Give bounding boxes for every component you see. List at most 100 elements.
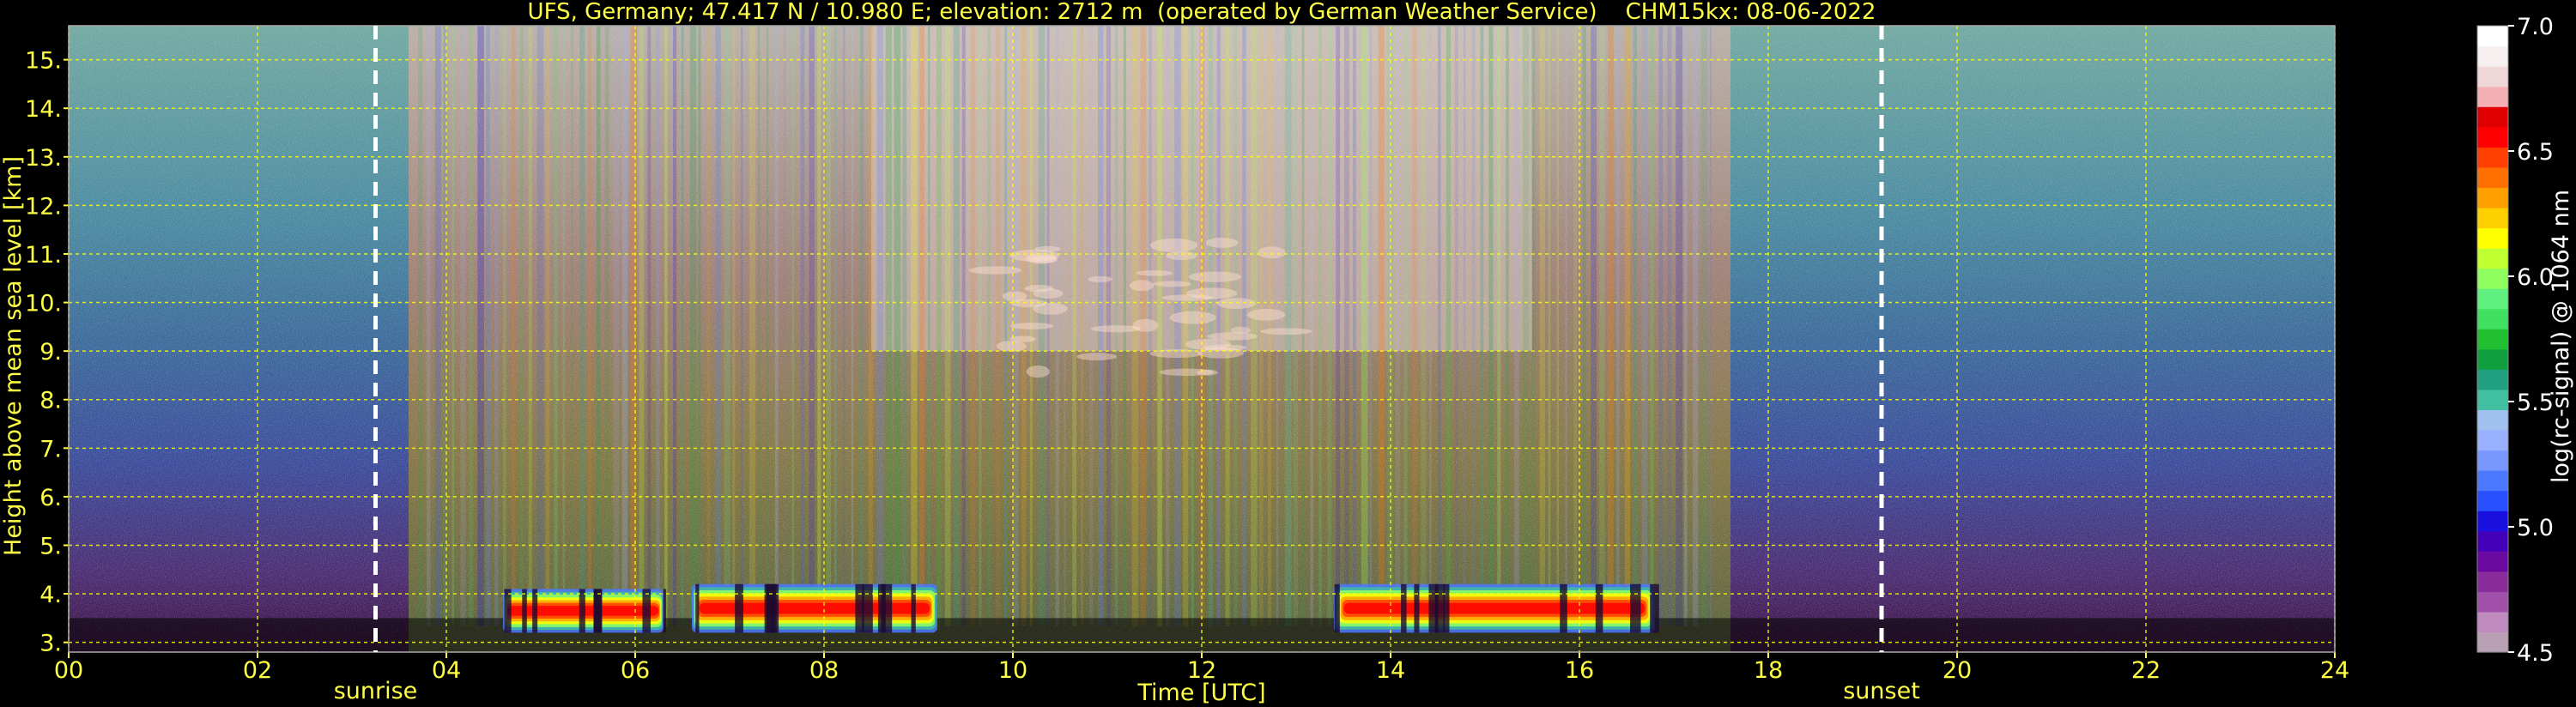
x-tick-label: 00 [54, 657, 83, 684]
colorbar-swatch [2477, 490, 2508, 511]
colorbar-swatch [2477, 348, 2508, 370]
cloud-gap [695, 583, 700, 633]
cloud-gap [1650, 583, 1659, 633]
sunrise-label: sunrise [334, 678, 418, 704]
x-tick-label: 02 [243, 657, 272, 684]
cirrus-patch [1026, 365, 1050, 378]
y-axis-label: Height above mean sea level [km] [0, 156, 27, 556]
x-tick-label: 06 [621, 657, 650, 684]
cloud-gap [735, 583, 743, 633]
y-tick-label: 12. [25, 193, 62, 220]
lidar-chart: 00 02 04 06 08 10 12 14 16 18 20 22 243.4.5.6.7.8.9.… [0, 0, 2574, 706]
cloud-gap [504, 589, 507, 633]
cloud-gap [855, 583, 864, 633]
x-tick-label: 22 [2131, 657, 2161, 684]
cirrus-patch [1230, 327, 1252, 335]
cirrus-patch [1185, 338, 1232, 350]
colorbar-swatch [2477, 26, 2508, 47]
cloud-gap [764, 583, 774, 633]
x-tick-label: 04 [432, 657, 461, 684]
x-tick-label: 16 [1565, 657, 1594, 684]
cirrus-patch [1216, 298, 1257, 310]
colorbar-swatch [2477, 631, 2508, 653]
colorbar-swatch [2477, 288, 2508, 310]
colorbar-swatch [2477, 248, 2508, 269]
cloud-gap [911, 583, 916, 633]
colorbar-swatch [2477, 66, 2508, 88]
colorbar-swatch [2477, 611, 2508, 633]
cloud-feature [1334, 583, 1659, 633]
cloud-gap [1630, 583, 1641, 633]
cloud-gap [881, 583, 893, 633]
cirrus-patch [1258, 246, 1286, 259]
colorbar-swatch [2477, 166, 2508, 188]
signal-noise [69, 26, 2335, 652]
cirrus-patch [1259, 328, 1313, 335]
x-tick-label: 14 [1376, 657, 1405, 684]
y-tick-label: 4. [39, 582, 62, 608]
colorbar-swatch [2477, 409, 2508, 431]
cirrus-patch [1166, 251, 1197, 261]
cloud-gap [1414, 583, 1420, 633]
x-tick-label: 10 [998, 657, 1027, 684]
cloud-feature [503, 589, 666, 633]
cloud-gap [642, 589, 652, 633]
colorbar-swatch [2477, 530, 2508, 552]
colorbar-swatch [2477, 369, 2508, 390]
cirrus-patch [1090, 325, 1142, 333]
colorbar-swatch [2477, 450, 2508, 471]
colorbar-swatch [2477, 268, 2508, 289]
colorbar-swatch [2477, 591, 2508, 613]
cloud-gap [1428, 583, 1439, 633]
y-tick-label: 3. [39, 631, 62, 657]
cirrus-patch [1076, 353, 1118, 361]
cirrus-patch [996, 341, 1027, 352]
cloud-gap [593, 589, 603, 633]
colorbar-swatch [2477, 429, 2508, 451]
cloud-gap [1334, 583, 1340, 633]
colorbar-tick-label: 4.5 [2517, 640, 2554, 667]
cloud-feature [692, 583, 937, 633]
x-tick-label: 08 [809, 657, 839, 684]
colorbar-swatch [2477, 147, 2508, 168]
colorbar-tick-label: 6.5 [2517, 139, 2554, 166]
cloud-gap [522, 589, 527, 633]
cloud-gap [579, 589, 583, 633]
y-tick-label: 11. [25, 242, 62, 269]
cloud-gap [506, 589, 512, 633]
colorbar-swatch [2477, 86, 2508, 107]
cirrus-patch [1033, 302, 1068, 315]
cirrus-patch [1009, 335, 1036, 342]
cirrus-patch [1129, 280, 1155, 292]
colorbar-swatch [2477, 207, 2508, 229]
colorbar-swatch [2477, 329, 2508, 350]
cirrus-patch [1169, 311, 1216, 324]
cloud-gap [532, 589, 538, 633]
cirrus-patch [1153, 281, 1191, 287]
y-tick-label: 15. [25, 48, 62, 75]
colorbar-label: log(rc-signal) @ 1064 nm [2548, 190, 2574, 483]
colorbar-tick-label: 7.0 [2517, 14, 2554, 40]
y-tick-label: 14. [25, 96, 62, 123]
x-tick-label: 20 [1943, 657, 1972, 684]
cloud-gap [663, 589, 666, 633]
y-tick-label: 5. [39, 534, 62, 560]
cloud-gap [1560, 583, 1567, 633]
cloud-gap [582, 589, 585, 633]
cloud-layer [699, 602, 930, 614]
colorbar-swatch [2477, 551, 2508, 572]
cloud-gap [1401, 583, 1407, 633]
cirrus-patch [1009, 322, 1054, 329]
cirrus-patch [1088, 275, 1113, 283]
y-tick-label: 6. [39, 485, 62, 511]
y-tick-label: 8. [39, 388, 62, 414]
cirrus-patch [1159, 368, 1214, 377]
colorbar-swatch [2477, 571, 2508, 592]
cirrus-patch [1246, 308, 1286, 321]
cirrus-patch [1188, 271, 1242, 282]
sunset-label: sunset [1843, 678, 1920, 704]
x-axis-label: Time [UTC] [1136, 680, 1265, 706]
cirrus-patch [1002, 291, 1027, 302]
colorbar-swatch [2477, 227, 2508, 249]
cirrus-patch [1136, 269, 1173, 276]
